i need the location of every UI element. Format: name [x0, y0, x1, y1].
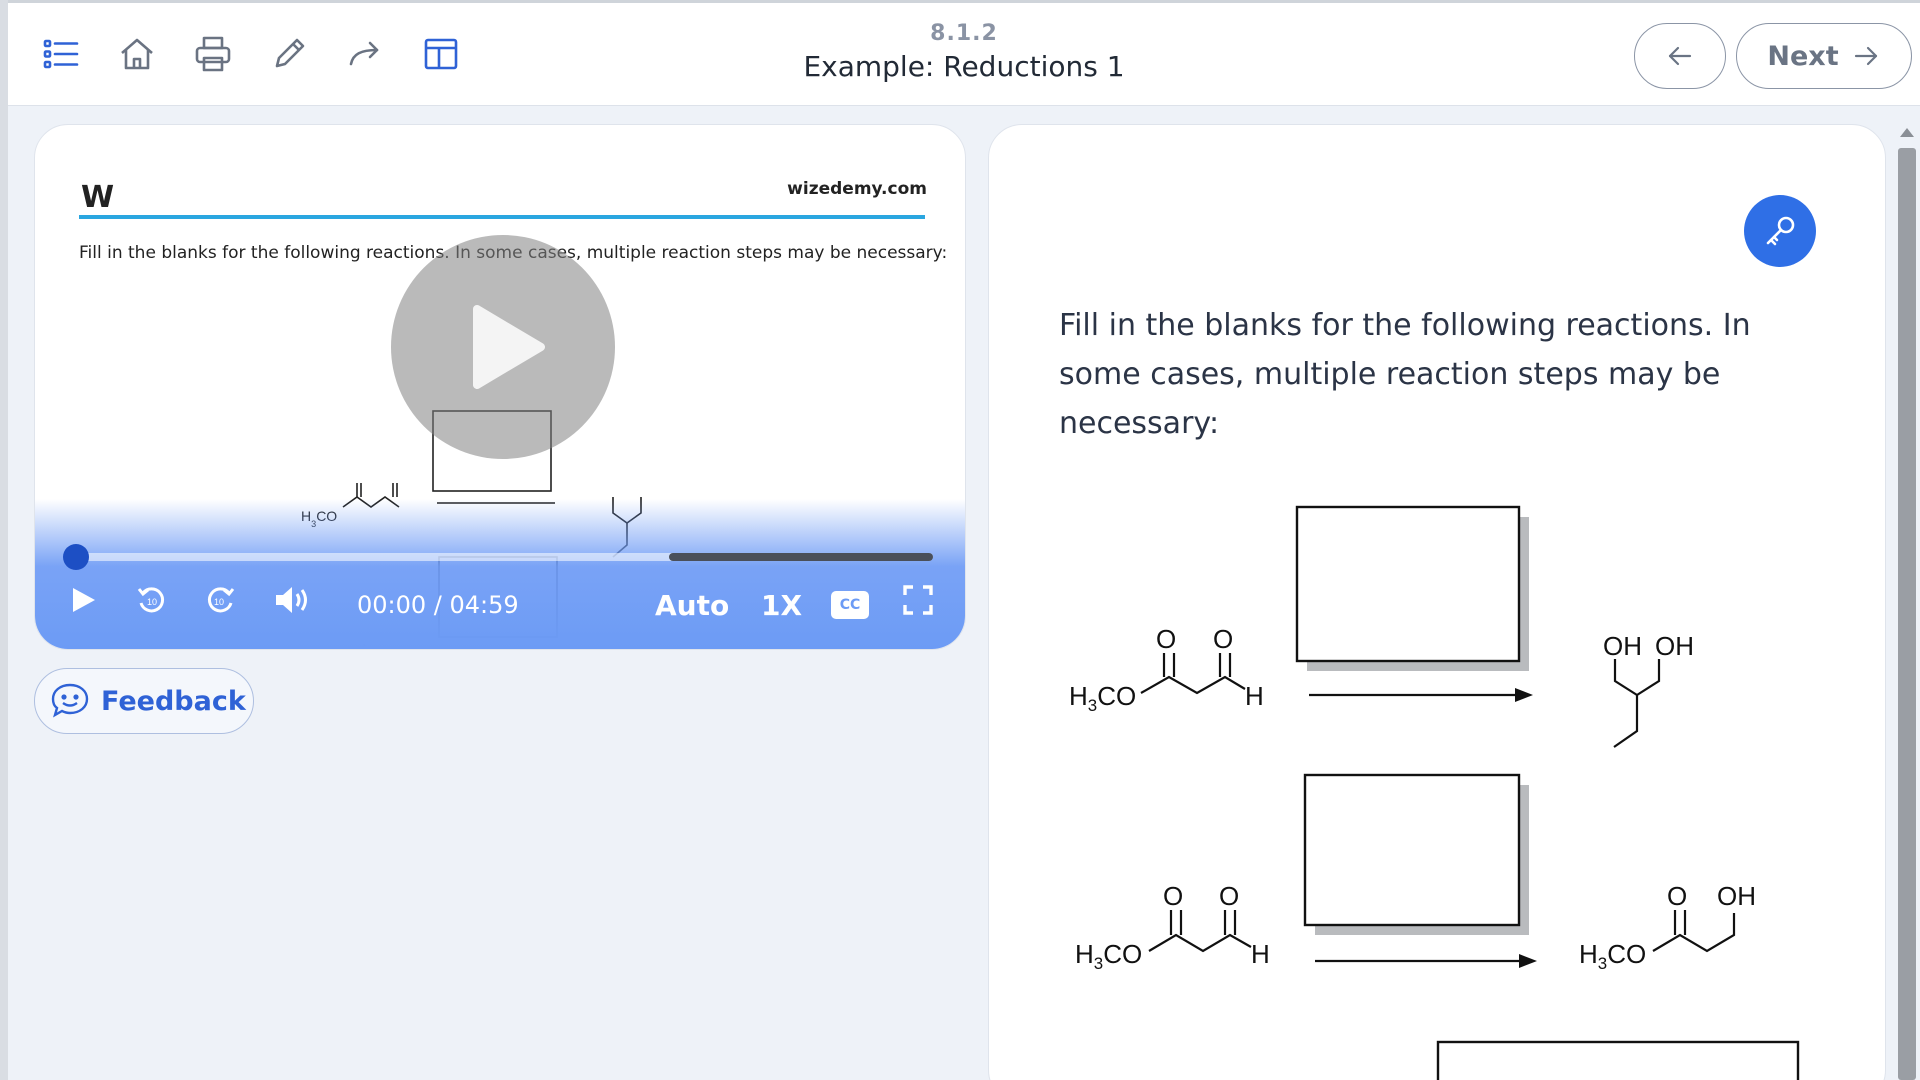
- video-player[interactable]: W wizedemy.com Fill in the blanks for th…: [34, 124, 966, 650]
- svg-text:10: 10: [214, 597, 224, 607]
- reaction-1: [1140, 653, 1246, 695]
- play-icon: [73, 588, 95, 612]
- previous-button[interactable]: [1634, 23, 1726, 89]
- r3-answer-box[interactable]: [1436, 1040, 1800, 1080]
- volume-icon: [276, 587, 307, 613]
- scrollbar-thumb[interactable]: [1898, 148, 1916, 1080]
- buffered-bar: [669, 553, 933, 561]
- video-timecode: 00:00 / 04:59: [357, 591, 519, 619]
- next-label: Next: [1767, 40, 1839, 72]
- play-icon: [473, 305, 545, 389]
- rewind-icon: 10: [137, 587, 165, 613]
- fullscreen-button[interactable]: [901, 583, 935, 617]
- r1-arrowhead: [1515, 688, 1533, 702]
- content-panel: Fill in the blanks for the following rea…: [988, 124, 1886, 1080]
- scrollbar[interactable]: [1894, 118, 1920, 1080]
- r2-h3co-label: H3CO: [1075, 939, 1142, 973]
- r2-h-label: H: [1251, 939, 1270, 969]
- r2-product: [1652, 910, 1736, 953]
- r2-answer-box[interactable]: [1303, 773, 1521, 927]
- scroll-up-icon[interactable]: [1900, 128, 1914, 137]
- captions-button[interactable]: CC: [831, 591, 869, 619]
- slide-site-label: wizedemy.com: [787, 179, 927, 199]
- next-button[interactable]: Next: [1736, 23, 1912, 89]
- quality-button[interactable]: Auto: [655, 589, 729, 622]
- reaction-2: [1148, 910, 1252, 953]
- r1-o1-label: O: [1156, 624, 1176, 654]
- r1-oh1-label: OH: [1603, 631, 1642, 661]
- rewind-10-button[interactable]: 10: [135, 583, 169, 617]
- speed-button[interactable]: 1X: [761, 589, 802, 622]
- r1-answer-box[interactable]: [1295, 505, 1521, 663]
- volume-button[interactable]: [271, 583, 313, 617]
- app-window: 8.1.2 Example: Reductions 1 Next W wized…: [0, 0, 1920, 1080]
- r2-o2-label: O: [1219, 881, 1239, 911]
- key-icon: [1766, 216, 1795, 246]
- seek-knob[interactable]: [63, 544, 89, 570]
- slide-divider: [79, 215, 925, 219]
- forward-10-button[interactable]: 10: [203, 583, 237, 617]
- r2-product-o-label: O: [1667, 881, 1687, 911]
- r1-h3co-label: H3CO: [1069, 681, 1136, 715]
- arrow-right-icon: [1854, 46, 1877, 66]
- r1-h-label: H: [1245, 681, 1264, 711]
- seek-bar[interactable]: [63, 544, 933, 570]
- answer-key-button[interactable]: [1744, 195, 1816, 267]
- chat-smile-icon: [51, 683, 89, 718]
- play-button[interactable]: [65, 583, 99, 617]
- r2-o1-label: O: [1163, 881, 1183, 911]
- r2-h3co-product-label: H3CO: [1579, 939, 1646, 973]
- r2-product-oh-label: OH: [1717, 881, 1756, 911]
- r2-arrowhead: [1519, 954, 1537, 968]
- reaction-scheme: H3CO O O H OH OH H3CO O O H H3CO O OH: [1069, 505, 1800, 1080]
- fullscreen-icon: [903, 585, 933, 615]
- feedback-label: Feedback: [101, 685, 246, 717]
- question-prompt: Fill in the blanks for the following rea…: [1059, 308, 1751, 441]
- arrow-left-icon: [1668, 46, 1692, 66]
- top-bar: 8.1.2 Example: Reductions 1 Next: [8, 0, 1920, 106]
- wizedemy-logo: W: [81, 180, 114, 215]
- controls-overlay: [35, 499, 965, 649]
- nav-buttons: Next: [1634, 23, 1912, 89]
- big-play-button[interactable]: [391, 235, 615, 459]
- r1-o2-label: O: [1213, 624, 1233, 654]
- r1-oh2-label: OH: [1655, 631, 1694, 661]
- forward-icon: 10: [207, 587, 235, 613]
- feedback-button[interactable]: Feedback: [34, 668, 254, 734]
- svg-text:10: 10: [147, 597, 157, 607]
- r1-product: [1613, 659, 1661, 748]
